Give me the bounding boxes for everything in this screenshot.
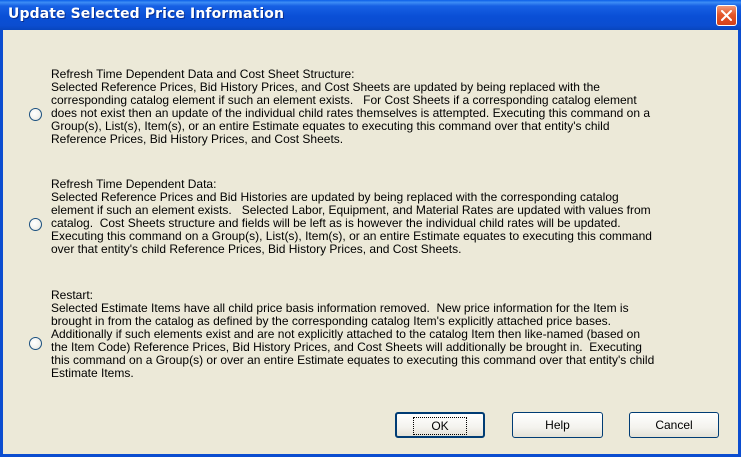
option-description-line: this command on a Group(s) or over an en…: [51, 353, 655, 367]
radio-restart[interactable]: [29, 337, 42, 350]
cancel-button[interactable]: Cancel: [629, 412, 719, 438]
option-restart-text: Restart: Selected Estimate Items have al…: [51, 289, 736, 380]
window-title: Update Selected Price Information: [8, 6, 285, 22]
ok-button[interactable]: OK: [395, 412, 485, 438]
option-refresh-time-data-text: Refresh Time Dependent Data: Selected Re…: [51, 178, 736, 256]
help-button-label: Help: [545, 418, 570, 432]
close-icon: [721, 10, 732, 21]
ok-button-label: OK: [413, 417, 467, 435]
cancel-button-label: Cancel: [655, 418, 693, 432]
window-frame-left: [0, 30, 3, 457]
title-bar[interactable]: Update Selected Price Information: [0, 0, 741, 30]
radio-refresh-time-data[interactable]: [29, 218, 42, 231]
option-refresh-structure-text: Refresh Time Dependent Data and Cost She…: [51, 68, 736, 146]
help-button[interactable]: Help: [512, 412, 603, 438]
option-description-line: Estimate Items.: [51, 366, 134, 380]
option-description-line: over that entity's child Reference Price…: [51, 242, 462, 256]
close-button[interactable]: [716, 5, 737, 26]
option-description-line: Reference Prices, Bid History Prices, an…: [51, 132, 344, 146]
radio-refresh-structure[interactable]: [29, 108, 42, 121]
